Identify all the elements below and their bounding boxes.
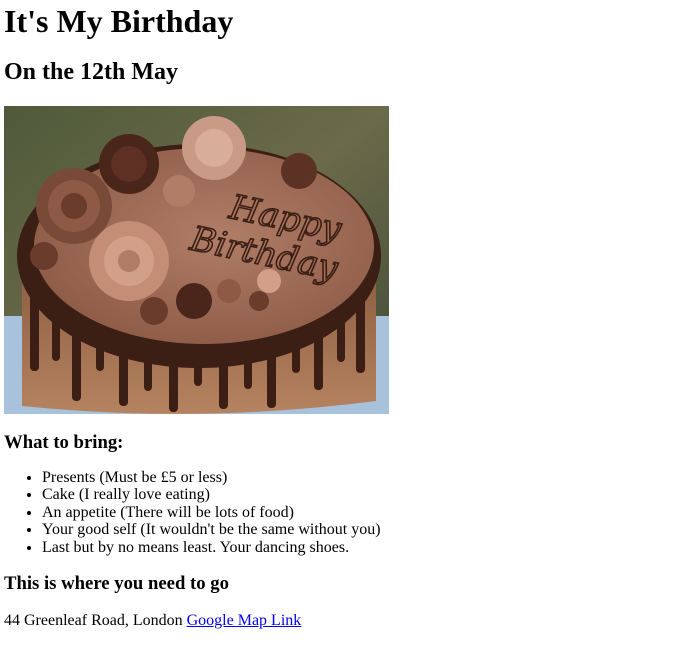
bring-list: Presents (Must be £5 or less) Cake (I re… — [4, 469, 673, 556]
bring-item-dancing-shoes: Last but by no means least. Your dancing… — [42, 539, 673, 556]
google-map-link[interactable]: Google Map Link — [187, 612, 302, 629]
page-title: It's My Birthday — [4, 3, 234, 39]
location-heading: This is where you need to go — [4, 573, 229, 595]
page-content: It's My Birthday On the 12th May Happy B… — [0, 0, 677, 631]
bring-item-cake: Cake (I really love eating) — [42, 486, 673, 503]
bring-item-appetite: An appetite (There will be lots of food) — [42, 504, 673, 521]
address-line: 44 Greenleaf Road, London Google Map Lin… — [4, 611, 673, 631]
bring-item-presents: Presents (Must be £5 or less) — [42, 469, 673, 486]
address-text: 44 Greenleaf Road, London — [4, 612, 183, 630]
bring-heading: What to bring: — [4, 432, 124, 453]
birthday-cake-image: Happy Birthday — [4, 106, 389, 414]
page-subtitle: On the 12th May — [4, 59, 178, 85]
bring-item-good-self: Your good self (It wouldn't be the same … — [42, 521, 673, 538]
